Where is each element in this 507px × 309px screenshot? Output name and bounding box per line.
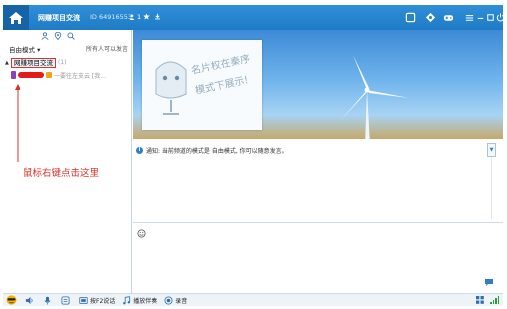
square-icon [405, 12, 415, 22]
record-button[interactable]: 录音 [164, 295, 188, 305]
business-card-placeholder: 名片权在秦序 模式下展示! [142, 40, 262, 130]
push-to-talk-label: 按F2说话 [90, 297, 116, 305]
annotation-text: 鼠标右键点击这里 [23, 168, 100, 179]
home-icon [9, 11, 23, 24]
skin-button[interactable] [424, 11, 436, 23]
voice-toolbar: 按F2说话 播放伴奏 录音 [3, 293, 503, 306]
music-icon [123, 295, 131, 304]
room-id: ID 64916553 [90, 13, 133, 21]
online-count-value: 1 [137, 13, 142, 21]
member-badge-icon [11, 71, 16, 79]
avatar[interactable] [6, 295, 17, 305]
scrollbar-track[interactable] [491, 157, 492, 219]
record-label: 录音 [175, 297, 188, 305]
mode-label: 自由模式 [9, 46, 35, 54]
star-icon [143, 13, 150, 20]
chat-bubble-icon[interactable] [484, 278, 494, 287]
location-icon[interactable] [54, 31, 62, 40]
accompaniment-button[interactable]: 播放伴奏 [122, 295, 158, 305]
push-to-talk-icon [79, 296, 88, 304]
emoji-icon[interactable] [137, 229, 146, 238]
notice-text: 通知: 当前频道的模式是 自由模式, 你可以随意发言。 [146, 147, 288, 155]
left-toolbar [41, 30, 75, 41]
member-item[interactable]: 一要往左支云 [我... [11, 70, 131, 80]
speaker-icon [25, 296, 33, 304]
channel-banner: 名片权在秦序 模式下展示! [133, 30, 503, 139]
signal-strength-icon [490, 296, 499, 304]
clover-icon [425, 12, 435, 22]
online-count[interactable]: 1 [129, 13, 141, 21]
keyboard-icon [61, 295, 70, 305]
message-input-area[interactable] [133, 222, 503, 293]
game-button[interactable] [442, 11, 454, 23]
channel-member-count: (1) [58, 59, 67, 66]
info-icon: i [136, 146, 143, 154]
download-icon [155, 13, 160, 20]
speak-permission-label: 所有人可以发言 [85, 46, 128, 53]
channel-item[interactable]: ▲ 网赚项目交流 (1) [5, 57, 130, 68]
power-icon [496, 12, 504, 21]
gamepad-icon [443, 14, 453, 21]
favorite-button[interactable] [143, 13, 150, 20]
accompaniment-label: 播放伴奏 [133, 297, 158, 305]
apps-grid-icon[interactable] [476, 296, 484, 304]
chevron-down-icon: ▼ [489, 147, 494, 153]
keyboard-button[interactable] [61, 295, 72, 305]
card-text-line2: 模式下展示! [194, 73, 250, 97]
member-signature: 一要往左支云 [我... [54, 72, 106, 80]
home-button[interactable] [3, 5, 29, 30]
card-text-line1: 名片权在秦序 [190, 52, 251, 77]
channel-list-panel: 自由模式 ▾ 所有人可以发言 ▲ 网赚项目交流 (1) 一要往左支云 [我...… [3, 30, 132, 293]
notice-bar: i 通知: 当前频道的模式是 自由模式, 你可以随意发言。 [133, 143, 503, 157]
people-icon[interactable] [41, 31, 49, 40]
channel-title: 网赚项目交流 [38, 14, 80, 22]
window-mode-button[interactable] [404, 11, 416, 23]
menu-icon [465, 14, 473, 21]
channel-name[interactable]: 网赚项目交流 [11, 57, 56, 68]
microphone-icon [44, 296, 51, 305]
download-button[interactable] [154, 13, 161, 20]
member-name-redacted [18, 72, 44, 78]
scroll-down-button[interactable]: ▼ [487, 143, 496, 157]
mascot-illustration: 名片权在秦序 模式下展示! [155, 52, 251, 115]
vip-crown-icon [46, 72, 52, 78]
push-to-talk-button[interactable]: 按F2说话 [79, 296, 115, 305]
title-bar: 网赚项目交流 ID 64916553 1 [3, 5, 506, 30]
record-icon [164, 295, 173, 305]
speaker-button[interactable] [25, 296, 36, 305]
user-icon [129, 14, 135, 20]
annotation-arrow [15, 84, 20, 162]
microphone-button[interactable] [43, 296, 54, 305]
search-icon[interactable] [67, 32, 75, 40]
close-button[interactable] [494, 11, 506, 23]
wind-turbine-illustration [341, 55, 409, 139]
mode-selector[interactable]: 自由模式 ▾ [9, 44, 40, 54]
chevron-down-icon: ▾ [37, 46, 41, 54]
